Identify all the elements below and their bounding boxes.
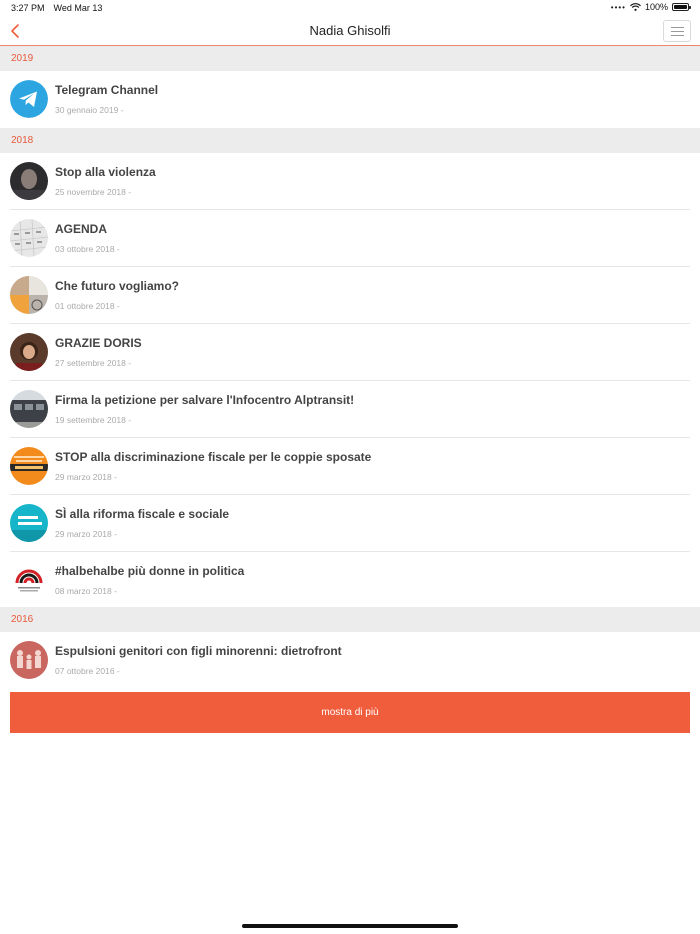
telegram-icon	[10, 80, 48, 118]
list-item[interactable]: Che futuro vogliamo? 01 ottobre 2018 -	[0, 267, 700, 324]
item-title: Espulsioni genitori con figli minorenni:…	[55, 644, 342, 658]
list-item[interactable]: #halbehalbe più donne in politica 08 mar…	[0, 552, 700, 609]
item-title: Firma la petizione per salvare l'Infocen…	[55, 393, 355, 407]
list-item[interactable]: Telegram Channel 30 gennaio 2019 -	[0, 71, 700, 128]
item-title: AGENDA	[55, 222, 108, 236]
item-date: 03 ottobre 2018 -	[55, 244, 120, 254]
section-year: 2018	[11, 135, 34, 146]
item-date: 25 novembre 2018 -	[55, 187, 132, 197]
item-title: #halbehalbe più donne in politica	[55, 564, 245, 578]
item-date: 29 marzo 2018 -	[55, 472, 117, 482]
item-date: 30 gennaio 2019 -	[55, 105, 124, 115]
list-item[interactable]: Stop alla violenza 25 novembre 2018 -	[0, 153, 700, 210]
item-title: Telegram Channel	[55, 83, 159, 97]
item-title: STOP alla discriminazione fiscale per le…	[55, 450, 372, 464]
item-title: Che futuro vogliamo?	[55, 279, 179, 293]
menu-button[interactable]	[663, 20, 691, 42]
wifi-icon	[630, 3, 641, 11]
section-header-2019: 2019	[0, 46, 700, 71]
list-item[interactable]: Espulsioni genitori con figli minorenni:…	[0, 632, 700, 689]
item-title: Stop alla violenza	[55, 165, 156, 179]
building-thumbnail	[10, 390, 48, 428]
logo-thumbnail	[10, 561, 48, 599]
list-item[interactable]: STOP alla discriminazione fiscale per le…	[0, 438, 700, 495]
signal-icon: ••••	[610, 2, 626, 12]
navigation-bar: Nadia Ghisolfi	[0, 16, 700, 46]
battery-icon	[672, 3, 691, 11]
portrait-thumbnail	[10, 162, 48, 200]
status-bar: 3:27 PM Wed Mar 13 •••• 100%	[0, 0, 700, 16]
item-title: SÌ alla riforma fiscale e sociale	[55, 507, 230, 521]
item-date: 01 ottobre 2018 -	[55, 301, 120, 311]
item-date: 19 settembre 2018 -	[55, 415, 132, 425]
item-date: 27 settembre 2018 -	[55, 358, 132, 368]
list-item[interactable]: Firma la petizione per salvare l'Infocen…	[0, 381, 700, 438]
calendar-thumbnail	[10, 219, 48, 257]
show-more-button[interactable]: mostra di più	[10, 692, 690, 733]
list-item[interactable]: AGENDA 03 ottobre 2018 -	[0, 210, 700, 267]
poster-thumbnail	[10, 447, 48, 485]
section-year: 2019	[11, 53, 34, 64]
status-date: Wed Mar 13	[53, 3, 103, 13]
battery-percent: 100%	[644, 2, 668, 12]
status-time: 3:27 PM	[11, 3, 45, 13]
section-header-2018: 2018	[0, 128, 700, 153]
home-indicator[interactable]	[242, 924, 458, 928]
portrait-thumbnail	[10, 333, 48, 371]
item-title: GRAZIE DORIS	[55, 336, 142, 350]
list-item[interactable]: GRAZIE DORIS 27 settembre 2018 -	[0, 324, 700, 381]
collage-thumbnail	[10, 276, 48, 314]
item-date: 29 marzo 2018 -	[55, 529, 117, 539]
item-date: 08 marzo 2018 -	[55, 586, 117, 596]
list-item[interactable]: SÌ alla riforma fiscale e sociale 29 mar…	[0, 495, 700, 552]
section-year: 2016	[11, 614, 34, 625]
section-header-2016: 2016	[0, 607, 700, 632]
item-date: 07 ottobre 2016 -	[55, 666, 120, 676]
poster-thumbnail	[10, 504, 48, 542]
family-thumbnail	[10, 641, 48, 679]
page-title: Nadia Ghisolfi	[309, 23, 391, 38]
